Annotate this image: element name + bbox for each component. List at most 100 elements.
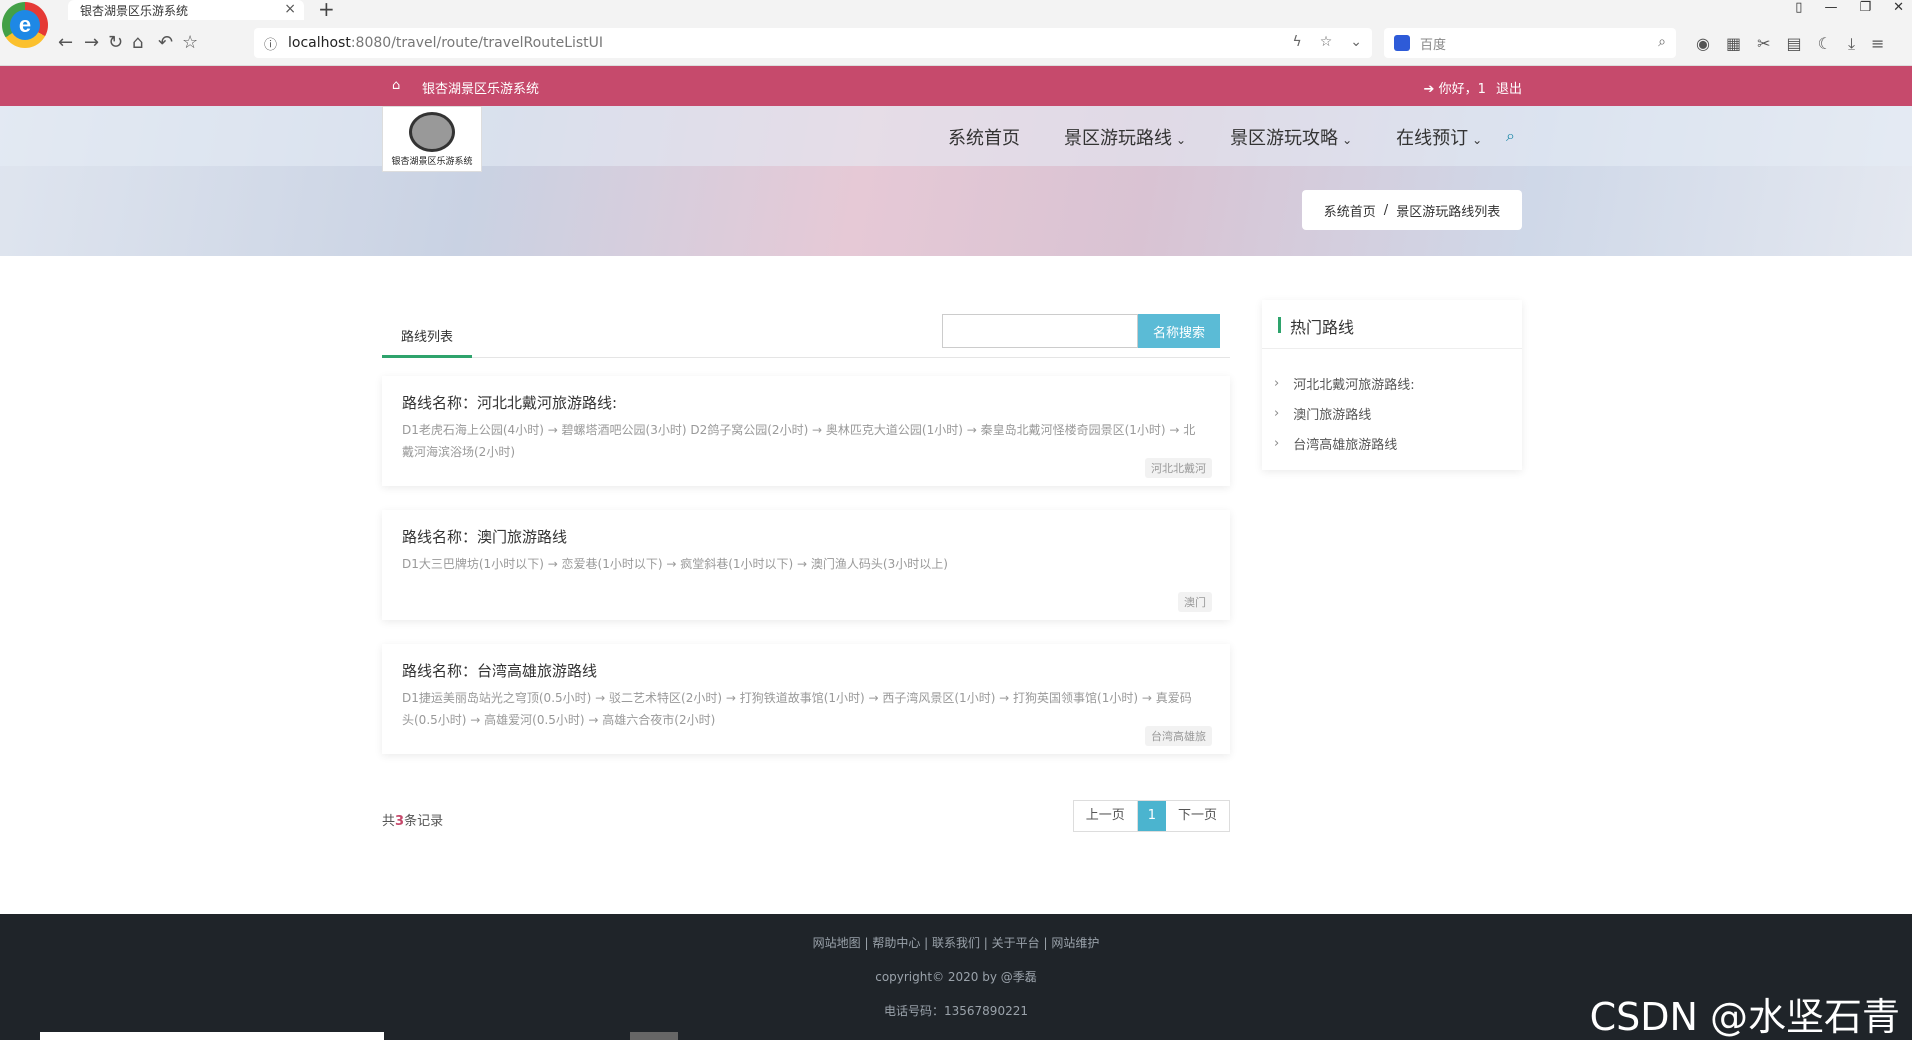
nav-guides-label: 景区游玩攻略 <box>1230 128 1339 149</box>
browser-toolbar: ← → ↻ ⌂ ↶ ☆ ⓘ localhost:8080/travel/rout… <box>0 24 1912 64</box>
baidu-icon <box>1394 35 1410 51</box>
browser-tab[interactable]: 银杏湖景区乐游系统 × <box>68 0 304 20</box>
site-logo[interactable]: 银杏湖景区乐游系统 <box>382 106 482 172</box>
prev-page-button[interactable]: 上一页 <box>1074 801 1138 831</box>
home-icon[interactable]: ⌂ <box>132 32 143 53</box>
search-icon[interactable]: ⌕ <box>1658 34 1666 50</box>
pdf-icon[interactable]: ▤ <box>1787 34 1802 54</box>
footer-copyright: copyright© 2020 by @季磊 <box>875 970 1037 984</box>
hot-route-item[interactable]: › 澳门旅游路线 <box>1274 398 1415 428</box>
chevron-right-icon: › <box>1274 435 1280 451</box>
main-nav: 系统首页 景区游玩路线 ⌄ 景区游玩攻略 ⌄ 在线预订 ⌄ <box>948 124 1482 150</box>
undo-icon[interactable]: ↶ <box>158 32 173 53</box>
logo-emblem-icon <box>409 111 455 152</box>
close-tab-icon[interactable]: × <box>284 1 296 17</box>
route-desc: D1捷运美丽岛站光之穹顶(0.5小时) → 驳二艺术特区(2小时) → 打狗铁道… <box>402 691 1192 727</box>
site-name[interactable]: 银杏湖景区乐游系统 <box>422 78 539 97</box>
horizontal-scrollbar[interactable] <box>40 1032 384 1040</box>
route-name[interactable]: 路线名称：澳门旅游路线 <box>402 526 1210 547</box>
address-bar[interactable]: ⓘ localhost:8080/travel/route/travelRout… <box>254 28 1372 58</box>
route-name[interactable]: 路线名称：台湾高雄旅游路线 <box>402 660 1210 681</box>
forward-icon[interactable]: → <box>84 32 99 53</box>
tab-title: 银杏湖景区乐游系统 <box>80 3 189 18</box>
count-value: 3 <box>395 814 405 829</box>
window-controls: ▯ — ❐ ✕ <box>1795 0 1904 15</box>
back-icon[interactable]: ← <box>58 32 73 53</box>
lightning-icon[interactable]: ϟ <box>1292 34 1301 50</box>
breadcrumb: 系统首页 / 景区游玩路线列表 <box>1302 190 1522 230</box>
reload-icon[interactable]: ↻ <box>108 32 123 53</box>
favorite-icon[interactable]: ☆ <box>1320 34 1333 50</box>
route-tag: 台湾高雄旅 <box>1145 726 1212 746</box>
route-tag: 河北北戴河 <box>1145 458 1212 478</box>
close-window-icon[interactable]: ✕ <box>1893 0 1904 15</box>
nav-booking-label: 在线预订 <box>1396 128 1469 149</box>
chevron-down-icon: ⌄ <box>1342 133 1353 147</box>
hot-route-label: 澳门旅游路线 <box>1293 407 1372 423</box>
chevron-down-icon: ⌄ <box>1472 133 1483 147</box>
apps-icon[interactable]: ▦ <box>1726 34 1741 54</box>
nav-item-routes[interactable]: 景区游玩路线 ⌄ <box>1064 124 1186 150</box>
bookmark-star-icon[interactable]: ☆ <box>182 32 198 53</box>
logout-link[interactable]: 退出 <box>1496 82 1522 97</box>
home-icon[interactable]: ⌂ <box>392 78 400 93</box>
url-host: localhost <box>288 35 351 51</box>
breadcrumb-current: 景区游玩路线列表 <box>1396 204 1501 220</box>
signin-icon: ➔ <box>1423 82 1435 97</box>
sidebar-title: 热门路线 <box>1278 314 1354 338</box>
route-desc: D1老虎石海上公园(4小时) → 碧螺塔酒吧公园(3小时) D2鸽子窝公园(2小… <box>402 423 1196 459</box>
route-card[interactable]: 路线名称：澳门旅游路线 D1大三巴牌坊(1小时以下) → 恋爱巷(1小时以下) … <box>382 510 1230 620</box>
nav-routes-label: 景区游玩路线 <box>1064 128 1172 149</box>
scrollbar-thumb[interactable] <box>630 1032 678 1040</box>
minimize-icon[interactable]: — <box>1824 0 1837 15</box>
sidebar-divider <box>1262 348 1522 349</box>
pagination: 上一页 1 下一页 <box>1072 800 1230 832</box>
info-icon[interactable]: ⓘ <box>264 34 277 53</box>
page-1-button[interactable]: 1 <box>1137 801 1166 831</box>
new-tab-icon[interactable]: + <box>318 0 335 21</box>
search-input[interactable] <box>942 314 1138 348</box>
next-page-button[interactable]: 下一页 <box>1166 801 1229 831</box>
nav-search-icon[interactable]: ⌕ <box>1506 126 1515 146</box>
chevron-down-icon[interactable]: ⌄ <box>1350 34 1362 50</box>
download-icon[interactable]: ⤓ <box>1848 34 1855 54</box>
record-count: 共3条记录 <box>382 810 443 829</box>
site-topbar: ⌂ 银杏湖景区乐游系统 ➔ 你好，1 退出 <box>0 66 1912 106</box>
chevron-right-icon: › <box>1274 405 1280 421</box>
menu-icon[interactable]: ≡ <box>1871 34 1884 54</box>
breadcrumb-separator: / <box>1383 202 1389 218</box>
nav-item-guides[interactable]: 景区游玩攻略 ⌄ <box>1230 124 1352 150</box>
route-name[interactable]: 路线名称：河北北戴河旅游路线: <box>402 392 1210 413</box>
restore-icon[interactable]: ❐ <box>1859 0 1871 15</box>
hot-route-label: 台湾高雄旅游路线 <box>1293 437 1398 453</box>
route-desc: D1大三巴牌坊(1小时以下) → 恋爱巷(1小时以下) → 疯堂斜巷(1小时以下… <box>402 557 948 571</box>
browser-search-box[interactable]: 百度 ⌕ <box>1384 28 1676 58</box>
logo-text: 银杏湖景区乐游系统 <box>391 156 473 167</box>
tab-route-list[interactable]: 路线列表 <box>382 316 472 358</box>
count-suffix: 条记录 <box>404 814 444 829</box>
hot-route-item[interactable]: › 台湾高雄旅游路线 <box>1274 428 1415 458</box>
search-engine-label: 百度 <box>1420 37 1447 53</box>
footer-links[interactable]: 网站地图 | 帮助中心 | 联系我们 | 关于平台 | 网站维护 <box>0 934 1912 951</box>
route-card[interactable]: 路线名称：台湾高雄旅游路线 D1捷运美丽岛站光之穹顶(0.5小时) → 驳二艺术… <box>382 644 1230 754</box>
browser-chrome: e 银杏湖景区乐游系统 × + ▯ — ❐ ✕ ← → ↻ ⌂ ↶ ☆ ⓘ lo… <box>0 0 1912 66</box>
user-area: ➔ 你好，1 退出 <box>1424 78 1522 97</box>
scissors-icon[interactable]: ✂ <box>1757 34 1770 54</box>
hot-route-item[interactable]: › 河北北戴河旅游路线: <box>1274 368 1415 398</box>
breadcrumb-home[interactable]: 系统首页 <box>1324 201 1376 220</box>
nav-item-booking[interactable]: 在线预订 ⌄ <box>1396 124 1482 150</box>
moon-icon[interactable]: ☾ <box>1818 34 1832 54</box>
count-prefix: 共 <box>382 814 396 829</box>
name-search-button[interactable]: 名称搜索 <box>1138 314 1220 348</box>
chevron-right-icon: › <box>1274 375 1280 391</box>
url-path: :8080/travel/route/travelRouteListUI <box>350 35 604 51</box>
nav-item-home[interactable]: 系统首页 <box>948 124 1020 150</box>
route-cards: 路线名称：河北北戴河旅游路线: D1老虎石海上公园(4小时) → 碧螺塔酒吧公园… <box>382 376 1230 754</box>
hot-routes-sidebar: 热门路线 › 河北北戴河旅游路线: › 澳门旅游路线 › 台湾高雄旅游路线 <box>1262 300 1522 470</box>
weibo-icon[interactable]: ◉ <box>1696 34 1710 54</box>
route-tag: 澳门 <box>1178 592 1212 612</box>
greeting: 你好，1 <box>1438 82 1486 97</box>
route-card[interactable]: 路线名称：河北北戴河旅游路线: D1老虎石海上公园(4小时) → 碧螺塔酒吧公园… <box>382 376 1230 486</box>
pin-icon[interactable]: ▯ <box>1795 0 1802 15</box>
chevron-down-icon: ⌄ <box>1176 133 1187 147</box>
